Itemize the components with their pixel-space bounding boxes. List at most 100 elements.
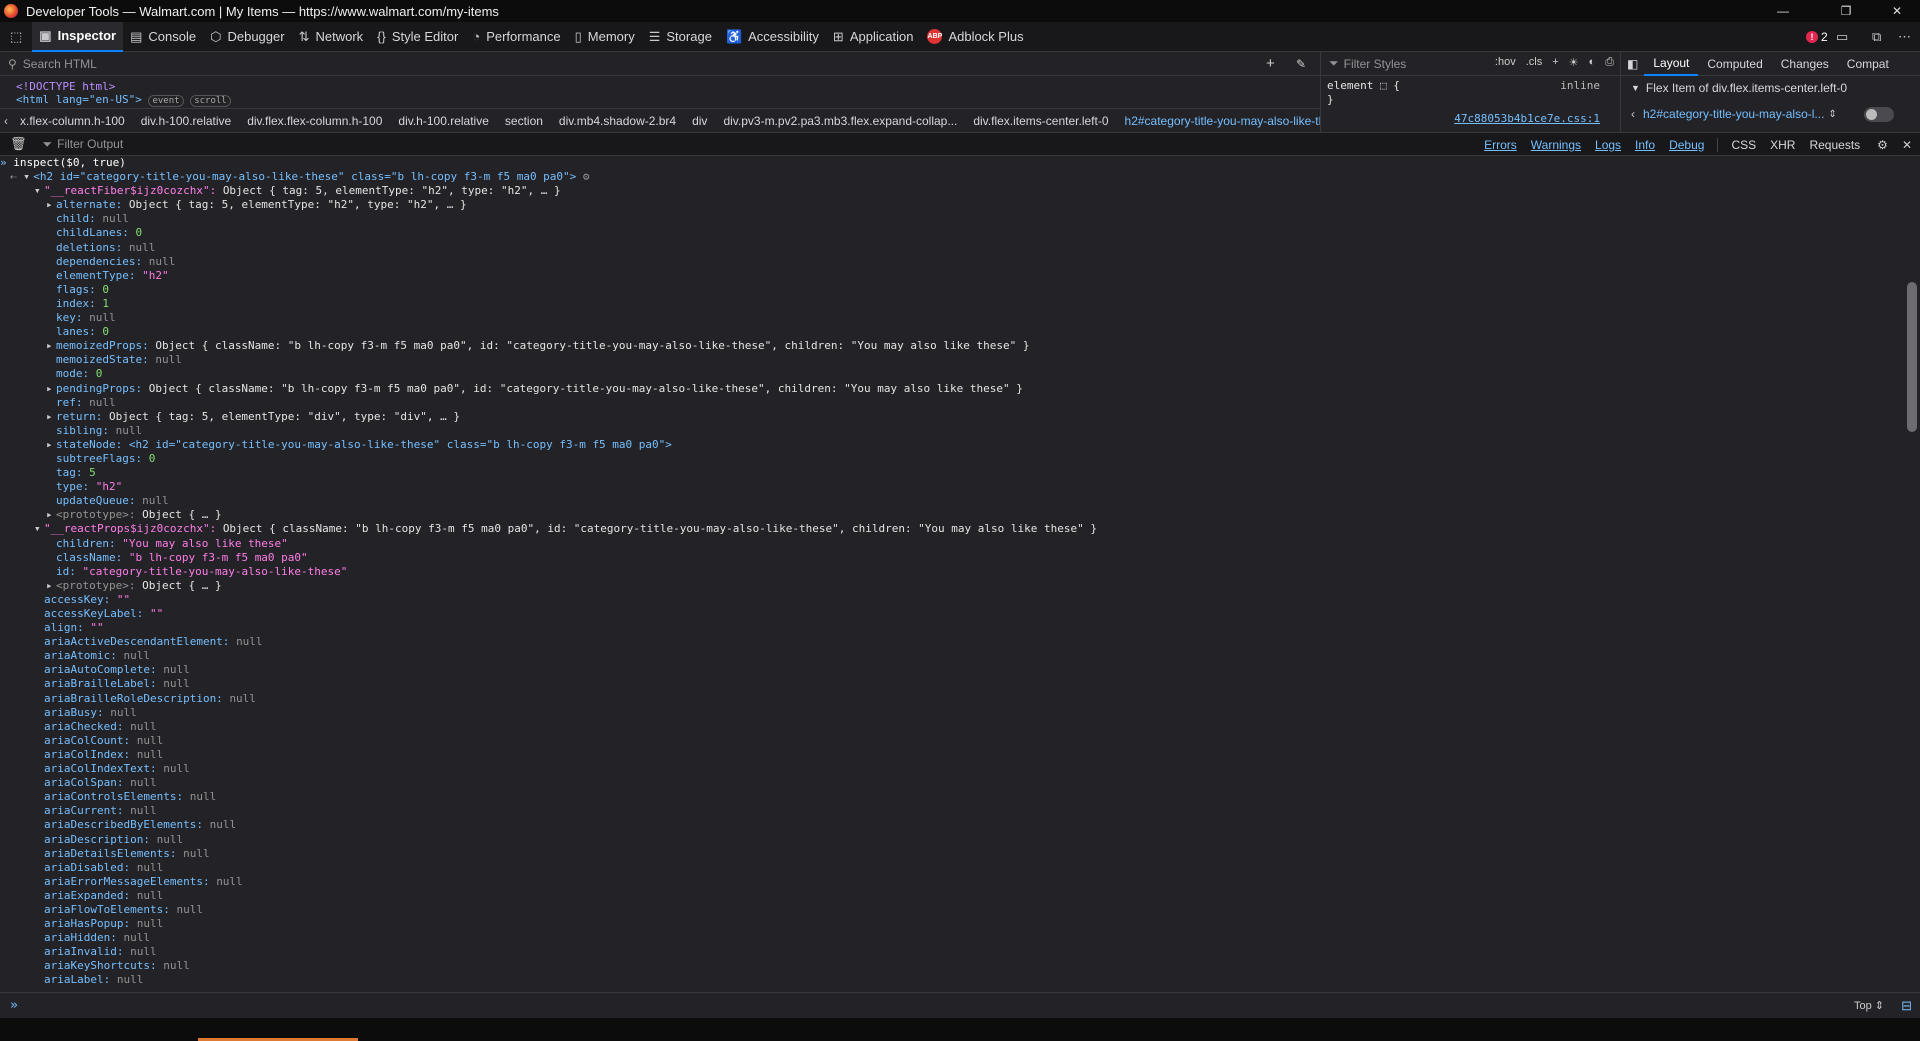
light-mode-icon[interactable]: ☀ (1569, 56, 1579, 69)
filter-warnings[interactable]: Warnings (1524, 138, 1588, 152)
expand-triangle-icon[interactable]: ▸ (46, 508, 56, 522)
console-line-text: ariaBrailleRoleDescription: null (44, 691, 256, 705)
pick-element-button[interactable]: ⬚ (0, 22, 32, 52)
tab-network[interactable]: ⇅ Network (292, 22, 371, 52)
add-node-icon[interactable]: + (1266, 55, 1275, 72)
gear-icon[interactable]: ⚙ (576, 170, 590, 183)
filter-info[interactable]: Info (1628, 138, 1662, 152)
filter-output-input[interactable]: Filter Output (57, 137, 123, 151)
gear-icon[interactable]: ⚙ (1877, 138, 1888, 152)
hov-toggle[interactable]: :hov (1495, 56, 1516, 69)
error-count-badge[interactable]: ! 2 (1806, 22, 1828, 52)
flex-highlight-toggle[interactable] (1864, 107, 1894, 122)
close-icon[interactable]: ✕ (1902, 138, 1912, 152)
breadcrumb-item[interactable]: div.flex.items-center.left-0 (965, 114, 1116, 128)
tab-application[interactable]: ⊞ Application (826, 22, 921, 52)
flex-item-select[interactable]: h2#category-title-you-may-also-l... (1643, 107, 1824, 121)
dark-mode-icon[interactable]: ◐ (1589, 56, 1596, 69)
search-html-input[interactable]: Search HTML (23, 57, 97, 71)
scroll-pill[interactable]: scroll (190, 95, 231, 107)
tab-performance[interactable]: ◔ Performance (465, 22, 567, 52)
filter-styles-input[interactable]: Filter Styles (1344, 57, 1407, 71)
html-node[interactable]: <html lang="en-US"> (16, 93, 142, 106)
expand-triangle-icon[interactable]: ▸ (46, 438, 56, 452)
maximize-button[interactable]: ❐ (1823, 0, 1869, 22)
expand-triangle-icon[interactable]: ▾ (34, 522, 44, 536)
console-line[interactable]: ▾ "__reactProps$ijz0cozchx": Object { cla… (0, 522, 1904, 536)
scrollbar-thumb[interactable] (1907, 282, 1917, 432)
breadcrumb-item[interactable]: section (497, 114, 551, 128)
eyedropper-icon[interactable]: ✎ (1296, 57, 1306, 71)
tab-style-editor[interactable]: {} Style Editor (370, 22, 465, 52)
expand-triangle-icon[interactable]: ▾ (23, 170, 33, 184)
add-rule-icon[interactable]: + (1552, 56, 1558, 69)
stylesheet-link[interactable]: 47c88053b4b1ce7e.css:1 (1454, 112, 1600, 126)
back-arrow-icon[interactable]: ‹ (1631, 107, 1635, 121)
console-line[interactable]: ▸ return: Object { tag: 5, elementType: "… (0, 410, 1904, 424)
breadcrumb-item[interactable]: div.mb4.shadow-2.br4 (551, 114, 684, 128)
filter-css[interactable]: CSS (1724, 138, 1763, 152)
print-mode-icon[interactable]: ⎙ (1605, 56, 1614, 69)
console-line[interactable]: ▾ "__reactFiber$ijz0cozchx": Object { tag… (0, 184, 1904, 198)
breadcrumb-item-selected[interactable]: h2#category-title-you-may-also-like-thes… (1117, 114, 1320, 128)
flex-item-selector[interactable]: ‹ h2#category-title-you-may-also-l... ⇕ (1621, 100, 1920, 128)
dock-side-button[interactable]: ⧉ (1872, 22, 1881, 52)
trash-icon[interactable]: 🗑 (10, 136, 27, 152)
breadcrumb-item[interactable]: x.flex-column.h-100 (12, 114, 133, 128)
tab-changes[interactable]: Changes (1772, 52, 1838, 76)
scrollbar[interactable] (1904, 156, 1920, 992)
flex-item-section[interactable]: ▼ Flex Item of div.flex.items-center.lef… (1621, 76, 1920, 100)
tab-layout[interactable]: Layout (1644, 52, 1699, 76)
editor-mode-icon[interactable]: ⊟ (1901, 998, 1912, 1014)
console-line[interactable]: ▸ alternate: Object { tag: 5, elementType… (0, 198, 1904, 212)
console-line[interactable]: ▸ <prototype>: Object { … } (0, 508, 1904, 522)
filter-logs[interactable]: Logs (1588, 138, 1628, 152)
breadcrumb-item[interactable]: div (684, 114, 715, 128)
tab-accessibility[interactable]: ♿ Accessibility (719, 22, 826, 52)
expand-triangle-icon[interactable]: ▸ (46, 198, 56, 212)
tab-debugger[interactable]: ⬡ Debugger (203, 22, 291, 52)
doctype-node[interactable]: <!DOCTYPE html> (16, 80, 115, 93)
filter-debug[interactable]: Debug (1662, 138, 1711, 152)
result-element[interactable]: <h2 id="category-title-you-may-also-like… (33, 170, 576, 183)
breadcrumb-left-arrow-icon[interactable]: ‹ (0, 114, 12, 128)
console-line[interactable]: ▸ stateNode: <h2 id="category-title-you-m… (0, 438, 1904, 452)
tab-compat[interactable]: Compat (1838, 52, 1898, 76)
tab-inspector[interactable]: ▣ Inspector (32, 21, 124, 52)
console-line-text: ariaBusy: null (44, 705, 137, 719)
more-menu-button[interactable]: ⋯ (1898, 22, 1911, 52)
tab-console[interactable]: ▤ Console (123, 22, 203, 52)
breadcrumb-item[interactable]: div.flex.flex-column.h-100 (239, 114, 390, 128)
tab-memory[interactable]: ▯ Memory (568, 22, 642, 52)
tab-computed[interactable]: Computed (1698, 52, 1771, 76)
breadcrumb-item[interactable]: div.h-100.relative (133, 114, 240, 128)
expand-triangle-icon[interactable]: ▸ (46, 382, 56, 396)
expand-triangle-icon[interactable]: ▾ (34, 184, 44, 198)
split-console-button[interactable]: ▭ (1836, 22, 1848, 52)
console-input[interactable]: » Top ⇕ ⊟ (0, 992, 1920, 1018)
expand-triangle-icon[interactable]: ▸ (46, 410, 56, 424)
context-selector[interactable]: Top ⇕ (1854, 999, 1884, 1012)
tab-adblock-plus[interactable]: ABP Adblock Plus (920, 22, 1030, 52)
console-line: ariaHasPopup: null (0, 917, 1904, 931)
cls-toggle[interactable]: .cls (1526, 56, 1543, 69)
console-line[interactable]: ▸ <prototype>: Object { … } (0, 579, 1904, 593)
filter-errors[interactable]: Errors (1477, 138, 1524, 152)
event-pill[interactable]: event (148, 95, 184, 107)
console-line: ariaColIndex: null (0, 748, 1904, 762)
filter-xhr[interactable]: XHR (1763, 138, 1802, 152)
close-window-button[interactable]: ✕ (1874, 0, 1920, 22)
console-line[interactable]: ▸ pendingProps: Object { className: "b lh… (0, 382, 1904, 396)
console-line[interactable]: ▸ memoizedProps: Object { className: "b l… (0, 339, 1904, 353)
expand-triangle-icon[interactable]: ▸ (46, 579, 56, 593)
minimize-button[interactable]: — (1760, 0, 1806, 22)
filter-requests[interactable]: Requests (1802, 138, 1867, 152)
breadcrumb-item[interactable]: div.h-100.relative (390, 114, 497, 128)
breadcrumb-item[interactable]: div.pv3-m.pv2.pa3.mb3.flex.expand-collap… (715, 114, 965, 128)
toggle-sidebar-icon[interactable]: ◧ (1621, 52, 1644, 76)
expand-triangle-icon[interactable]: ▸ (46, 339, 56, 353)
tab-storage[interactable]: ☰ Storage (642, 22, 719, 52)
